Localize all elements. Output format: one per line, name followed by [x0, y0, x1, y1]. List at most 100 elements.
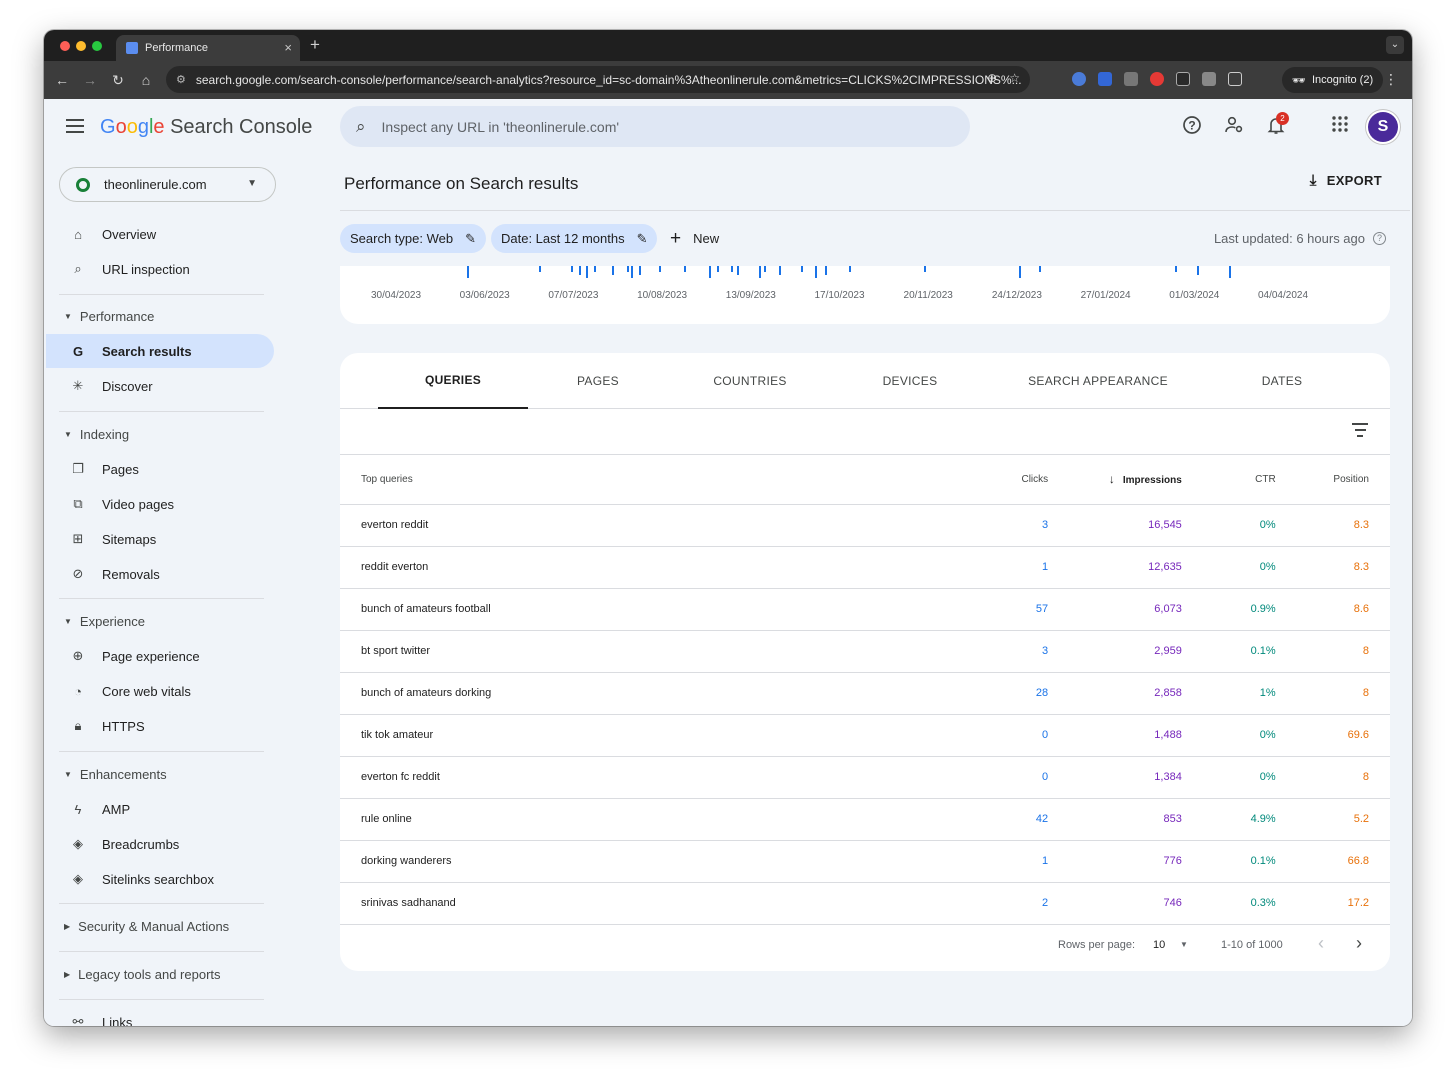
forward-button[interactable]: → [76, 72, 104, 88]
site-info-icon[interactable]: ⚙ [176, 73, 186, 86]
table-row[interactable]: dorking wanderers 1 776 0.1% 66.8 [340, 840, 1390, 883]
incognito-button[interactable]: 🕶 Incognito (2) [1282, 67, 1384, 93]
table-row[interactable]: srinivas sadhanand 2 746 0.3% 17.2 [340, 882, 1390, 925]
sidebar-section-legacy[interactable]: ▶ Legacy tools and reports [64, 967, 221, 982]
browser-tab[interactable]: Performance × [116, 35, 300, 61]
last-updated-text: Last updated: 6 hours ago [1213, 231, 1365, 246]
sidebar-section-enhancements[interactable]: ▼ Enhancements [64, 767, 167, 782]
puzzle-icon[interactable] [1228, 72, 1242, 86]
tab-search-appearance[interactable]: SEARCH APPEARANCE [1010, 353, 1186, 409]
position-cell: 8 [1275, 672, 1390, 715]
home-button[interactable]: ⌂ [132, 72, 160, 88]
account-avatar[interactable]: S [1368, 112, 1398, 142]
browser-menu-icon[interactable]: ⋮ [1384, 71, 1398, 88]
tab-devices[interactable]: DEVICES [840, 353, 980, 409]
ctr-cell: 4.9% [1181, 798, 1276, 841]
extension-4-icon[interactable] [1150, 72, 1164, 86]
sidebar: theonlinerule.com ▼ ⌂ Overview ⌕ URL ins… [44, 157, 284, 1026]
table-row[interactable]: rule online 42 853 4.9% 5.2 [340, 798, 1390, 841]
impressions-header-label: Impressions [1122, 475, 1182, 487]
camera-icon[interactable] [1202, 72, 1216, 86]
new-filter-button[interactable]: + New [670, 229, 719, 248]
clicks-cell: 0 [952, 756, 1049, 799]
sidebar-item-page-experience[interactable]: ⊕ Page experience [46, 639, 274, 673]
bolt-icon: ϟ [74, 801, 82, 817]
table-row[interactable]: tik tok amateur 0 1,488 0% 69.6 [340, 714, 1390, 757]
collapse-triangle-icon: ▼ [64, 770, 72, 779]
tab-dates[interactable]: DATES [1212, 353, 1352, 409]
address-bar[interactable]: ⚙ search.google.com/search-console/perfo… [166, 66, 1030, 93]
sidebar-item-url-inspection[interactable]: ⌕ URL inspection [46, 252, 274, 286]
section-title: Security & Manual Actions [78, 919, 230, 934]
url-inspection-search[interactable]: ⌕ Inspect any URL in 'theonlinerule.com' [340, 106, 970, 147]
close-tab-icon[interactable]: × [284, 40, 292, 55]
column-header-query: Top queries [340, 455, 953, 505]
eyedropper-icon[interactable] [1176, 72, 1190, 86]
sidebar-item-removals[interactable]: ⊘ Removals [46, 557, 274, 591]
tab-strip: Performance × + ⌄ [44, 30, 1412, 61]
tab-pages[interactable]: PAGES [528, 353, 668, 409]
back-button[interactable]: ← [48, 72, 76, 88]
sidebar-item-amp[interactable]: ϟ AMP [46, 792, 274, 826]
bookmark-star-icon[interactable]: ☆ [1009, 71, 1020, 85]
tab-queries[interactable]: QUERIES [378, 353, 528, 409]
column-header-clicks[interactable]: Clicks [952, 455, 1049, 505]
search-type-filter-chip[interactable]: Search type: Web ✎ [340, 224, 486, 253]
column-header-position[interactable]: Position [1275, 455, 1390, 505]
reload-button[interactable]: ↻ [104, 72, 132, 89]
help-icon[interactable]: ? [1180, 115, 1204, 139]
table-row[interactable]: reddit everton 1 12,635 0% 8.3 [340, 546, 1390, 589]
close-window-button[interactable] [60, 41, 70, 51]
table-row[interactable]: everton fc reddit 0 1,384 0% 8 [340, 756, 1390, 799]
property-selector[interactable]: theonlinerule.com ▼ [59, 167, 276, 202]
chevron-down-icon[interactable]: ▼ [1180, 940, 1188, 949]
sidebar-item-core-web-vitals[interactable]: ◔ Core web vitals [46, 674, 274, 708]
tab-countries[interactable]: COUNTRIES [680, 353, 820, 409]
column-header-ctr[interactable]: CTR [1181, 455, 1276, 505]
new-tab-button[interactable]: + [310, 35, 320, 55]
filter-rows-icon[interactable] [1352, 423, 1368, 441]
sidebar-item-breadcrumbs[interactable]: ◈ Breadcrumbs [46, 827, 274, 861]
gauge-icon: ◔ [74, 683, 82, 699]
sidebar-item-search-results[interactable]: G Search results [46, 334, 274, 368]
sidebar-item-pages[interactable]: ❐ Pages [46, 452, 274, 486]
table-row[interactable]: bunch of amateurs football 57 6,073 0.9% 8.6 [340, 588, 1390, 631]
manage-users-icon[interactable] [1222, 115, 1246, 139]
sidebar-item-overview[interactable]: ⌂ Overview [46, 217, 274, 251]
sidebar-divider [59, 999, 264, 1000]
minimize-window-button[interactable] [76, 41, 86, 51]
sidebar-item-sitemaps[interactable]: ⊞ Sitemaps [46, 522, 274, 556]
tab-search-button[interactable]: ⌄ [1386, 36, 1404, 54]
main-menu-icon[interactable] [66, 119, 84, 137]
maximize-window-button[interactable] [92, 41, 102, 51]
sidebar-section-security[interactable]: ▶ Security & Manual Actions [64, 919, 229, 934]
sidebar-item-https[interactable]: 🔒︎ HTTPS [46, 709, 274, 743]
sidebar-item-links[interactable]: ⚯ Links [46, 1005, 274, 1026]
google-search-console-logo[interactable]: Google Search Console [100, 116, 312, 139]
column-header-impressions[interactable]: ↓ Impressions [1048, 455, 1182, 505]
sidebar-item-sitelinks-searchbox[interactable]: ◈ Sitelinks searchbox [46, 862, 274, 896]
table-row[interactable]: bt sport twitter 3 2,959 0.1% 8 [340, 630, 1390, 673]
impressions-cell: 746 [1048, 882, 1182, 925]
ctr-cell: 0.9% [1181, 588, 1276, 631]
date-filter-chip[interactable]: Date: Last 12 months ✎ [491, 224, 658, 253]
previous-page-button[interactable]: ‹ [1318, 933, 1324, 954]
eye-off-icon: ⊘ [72, 566, 84, 581]
sidebar-section-indexing[interactable]: ▼ Indexing [64, 427, 129, 442]
extension-3-icon[interactable] [1124, 72, 1138, 86]
next-page-button[interactable]: › [1356, 933, 1362, 954]
table-row[interactable]: bunch of amateurs dorking 28 2,858 1% 8 [340, 672, 1390, 715]
extension-1-icon[interactable] [1072, 72, 1086, 86]
sidebar-item-discover[interactable]: ✳ Discover [46, 369, 274, 403]
sidebar-item-video-pages[interactable]: ⧉ Video pages [46, 487, 274, 521]
export-button[interactable]: ⤓ EXPORT [1310, 172, 1382, 189]
sidebar-section-experience[interactable]: ▼ Experience [64, 614, 145, 629]
extension-2-icon[interactable] [1098, 72, 1112, 86]
sidebar-section-performance[interactable]: ▼ Performance [64, 309, 154, 324]
rows-per-page-select[interactable]: 10 [1153, 939, 1165, 951]
google-apps-icon[interactable] [1328, 115, 1352, 139]
table-row[interactable]: everton reddit 3 16,545 0% 8.3 [340, 504, 1390, 547]
help-circle-icon[interactable]: ? [1373, 232, 1386, 245]
zoom-icon[interactable]: ⊕ [987, 71, 997, 85]
query-cell: srinivas sadhanand [340, 882, 953, 925]
